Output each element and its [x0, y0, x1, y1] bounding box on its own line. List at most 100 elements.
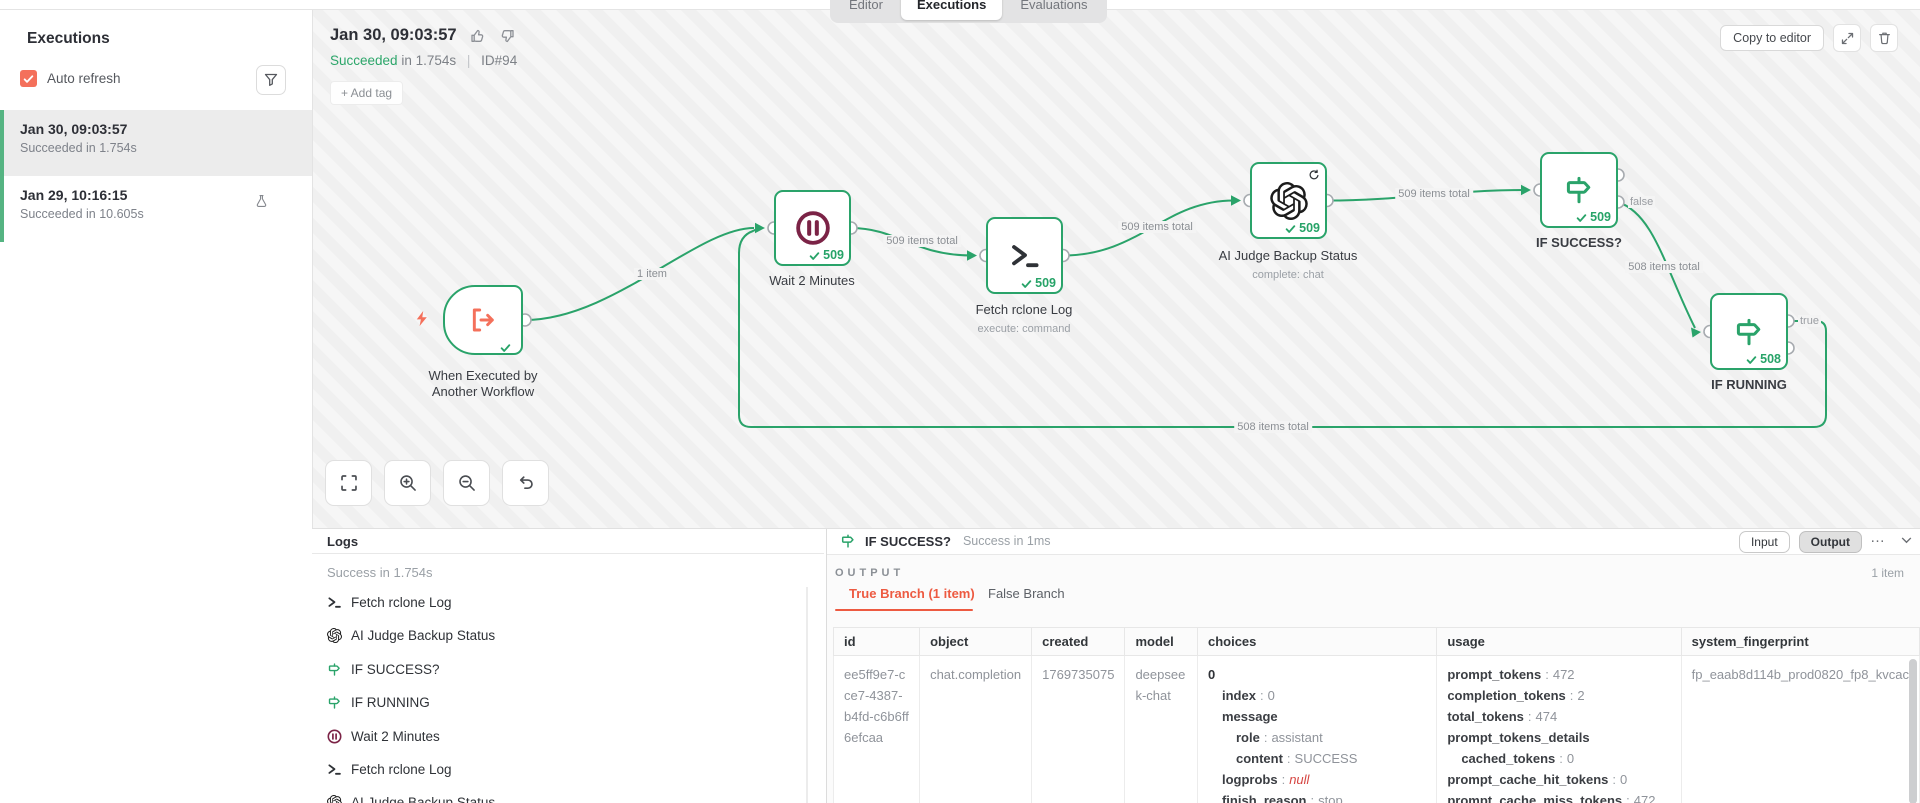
pause-icon: [795, 210, 831, 246]
openai-icon: [327, 795, 342, 803]
zoom-in-button[interactable]: [384, 460, 431, 506]
node-if-success[interactable]: 509: [1540, 152, 1618, 228]
node-when-executed-by-another-workflow[interactable]: [443, 285, 523, 355]
execution-header: Jan 30, 09:03:57 Succeeded in 1.754s | I…: [330, 26, 517, 105]
auto-refresh-label: Auto refresh: [47, 71, 121, 86]
zoom-out-icon: [458, 474, 476, 492]
active-tab-underline: [835, 609, 973, 611]
thumbs-up-icon[interactable]: [470, 28, 486, 44]
sidebar-title: Executions: [27, 30, 110, 48]
cell-id: ee5ff9e7-cce7-4387-b4fd-c6b6ff6efcaa: [834, 656, 920, 803]
node-label: IF SUCCESS?: [1484, 235, 1674, 251]
tab-true-branch[interactable]: True Branch (1 item): [849, 586, 975, 601]
node-label: AI Judge Backup Status complete: chat: [1193, 248, 1383, 283]
log-item[interactable]: IF SUCCESS?: [327, 662, 440, 677]
items-count: 1 item: [1871, 566, 1904, 580]
cell-model: deepseek-chat: [1125, 656, 1198, 803]
expand-view-button[interactable]: [1833, 24, 1861, 52]
expand-icon: [1841, 32, 1854, 45]
tab-editor[interactable]: Editor: [833, 0, 899, 20]
column-header: usage: [1437, 628, 1681, 656]
node-items-badge: 509: [809, 248, 844, 262]
cell-choices: 0 index:0 message role:assistant content…: [1197, 656, 1436, 803]
edge-label: 508 items total: [1234, 421, 1312, 433]
trigger-bolt-icon: [414, 310, 430, 327]
node-items-badge: 509: [1021, 276, 1056, 290]
tab-evaluations[interactable]: Evaluations: [1004, 0, 1103, 20]
log-item[interactable]: Fetch rclone Log: [327, 595, 452, 610]
tab-executions[interactable]: Executions: [901, 0, 1002, 20]
logs-summary: Success in 1.754s: [327, 565, 433, 580]
edge-label: 508 items total: [1625, 261, 1703, 273]
trash-icon: [1878, 31, 1891, 45]
terminal-icon: [1009, 240, 1041, 272]
loop-icon: [1308, 169, 1320, 181]
node-items-badge: 509: [1285, 221, 1320, 235]
execution-date: Jan 30, 09:03:57: [20, 121, 312, 137]
terminal-icon: [327, 762, 342, 777]
output-toggle-button[interactable]: Output: [1799, 531, 1862, 553]
execution-list-item[interactable]: Jan 29, 10:16:15 Succeeded in 10.605s: [0, 176, 312, 242]
node-ai-judge-backup-status[interactable]: 509: [1250, 162, 1327, 239]
log-item[interactable]: Fetch rclone Log: [327, 762, 452, 777]
logs-title: Logs: [327, 534, 358, 549]
undo-icon: [517, 474, 535, 492]
add-tag-button[interactable]: + Add tag: [330, 81, 403, 105]
log-item[interactable]: Wait 2 Minutes: [327, 729, 440, 744]
auto-refresh-checkbox[interactable]: [20, 70, 37, 87]
node-run-status: Success in 1ms: [963, 534, 1051, 548]
column-header: choices: [1197, 628, 1436, 656]
executions-sidebar: Executions Auto refresh Jan 30, 09:03:57…: [0, 10, 313, 803]
log-item[interactable]: IF RUNNING: [327, 695, 430, 710]
node-fetch-rclone-log[interactable]: 509: [986, 217, 1063, 294]
zoom-out-button[interactable]: [443, 460, 490, 506]
column-header: created: [1032, 628, 1125, 656]
input-toggle-button[interactable]: Input: [1739, 531, 1790, 553]
node-items-badge: 509: [1576, 210, 1611, 224]
execution-list-item[interactable]: Jan 30, 09:03:57 Succeeded in 1.754s: [0, 110, 312, 176]
cell-object: chat.completion: [920, 656, 1032, 803]
edge-label: 509 items total: [1395, 188, 1473, 200]
port-label-true: true: [1798, 315, 1821, 327]
node-if-running[interactable]: 508: [1710, 293, 1788, 370]
terminal-icon: [327, 595, 342, 610]
evaluation-flask-icon: [255, 194, 268, 208]
signpost-icon: [1563, 174, 1595, 206]
copy-to-editor-button[interactable]: Copy to editor: [1720, 25, 1824, 51]
column-header: model: [1125, 628, 1198, 656]
cell-system-fingerprint: fp_eaab8d114b_prod0820_fp8_kvcac: [1681, 656, 1919, 803]
collapse-panel-button[interactable]: [1901, 537, 1912, 544]
workflow-canvas[interactable]: 1 item 509 items total 509 items total 5…: [312, 10, 1920, 528]
fit-view-button[interactable]: [325, 460, 372, 506]
node-label: Fetch rclone Log execute: command: [929, 302, 1119, 337]
tab-false-branch[interactable]: False Branch: [988, 586, 1065, 601]
execution-date: Jan 29, 10:16:15: [20, 187, 312, 203]
fit-view-icon: [340, 474, 358, 492]
filter-funnel-icon: [264, 73, 278, 87]
signpost-icon: [1733, 316, 1765, 348]
edge-label: 509 items total: [1118, 221, 1196, 233]
column-header: id: [834, 628, 920, 656]
node-wait-2-minutes[interactable]: 509: [774, 190, 851, 266]
log-item[interactable]: AI Judge Backup Status: [327, 628, 495, 643]
logs-scrollbar[interactable]: [806, 587, 808, 803]
filter-button[interactable]: [256, 65, 286, 95]
log-item[interactable]: AI Judge Backup Status: [327, 795, 495, 803]
node-label: Wait 2 Minutes: [717, 273, 907, 289]
openai-icon: [1270, 182, 1308, 220]
signpost-icon: [327, 695, 342, 710]
chevron-down-icon: [1901, 537, 1912, 544]
thumbs-down-icon[interactable]: [499, 28, 515, 44]
output-section-label: OUTPUT: [835, 567, 904, 579]
openai-icon: [327, 628, 342, 643]
node-success-check: [500, 342, 511, 352]
more-options-button[interactable]: …: [1870, 529, 1886, 546]
output-scrollbar[interactable]: [1909, 659, 1917, 803]
node-items-badge: 508: [1746, 352, 1781, 366]
delete-execution-button[interactable]: [1870, 24, 1898, 52]
logs-panel: Logs Success in 1.754s Fetch rclone Log …: [312, 529, 824, 803]
edge-label: 509 items total: [883, 235, 961, 247]
table-header-row: id object created model choices usage sy…: [834, 628, 1920, 656]
signpost-icon: [840, 533, 856, 549]
reset-zoom-button[interactable]: [502, 460, 549, 506]
